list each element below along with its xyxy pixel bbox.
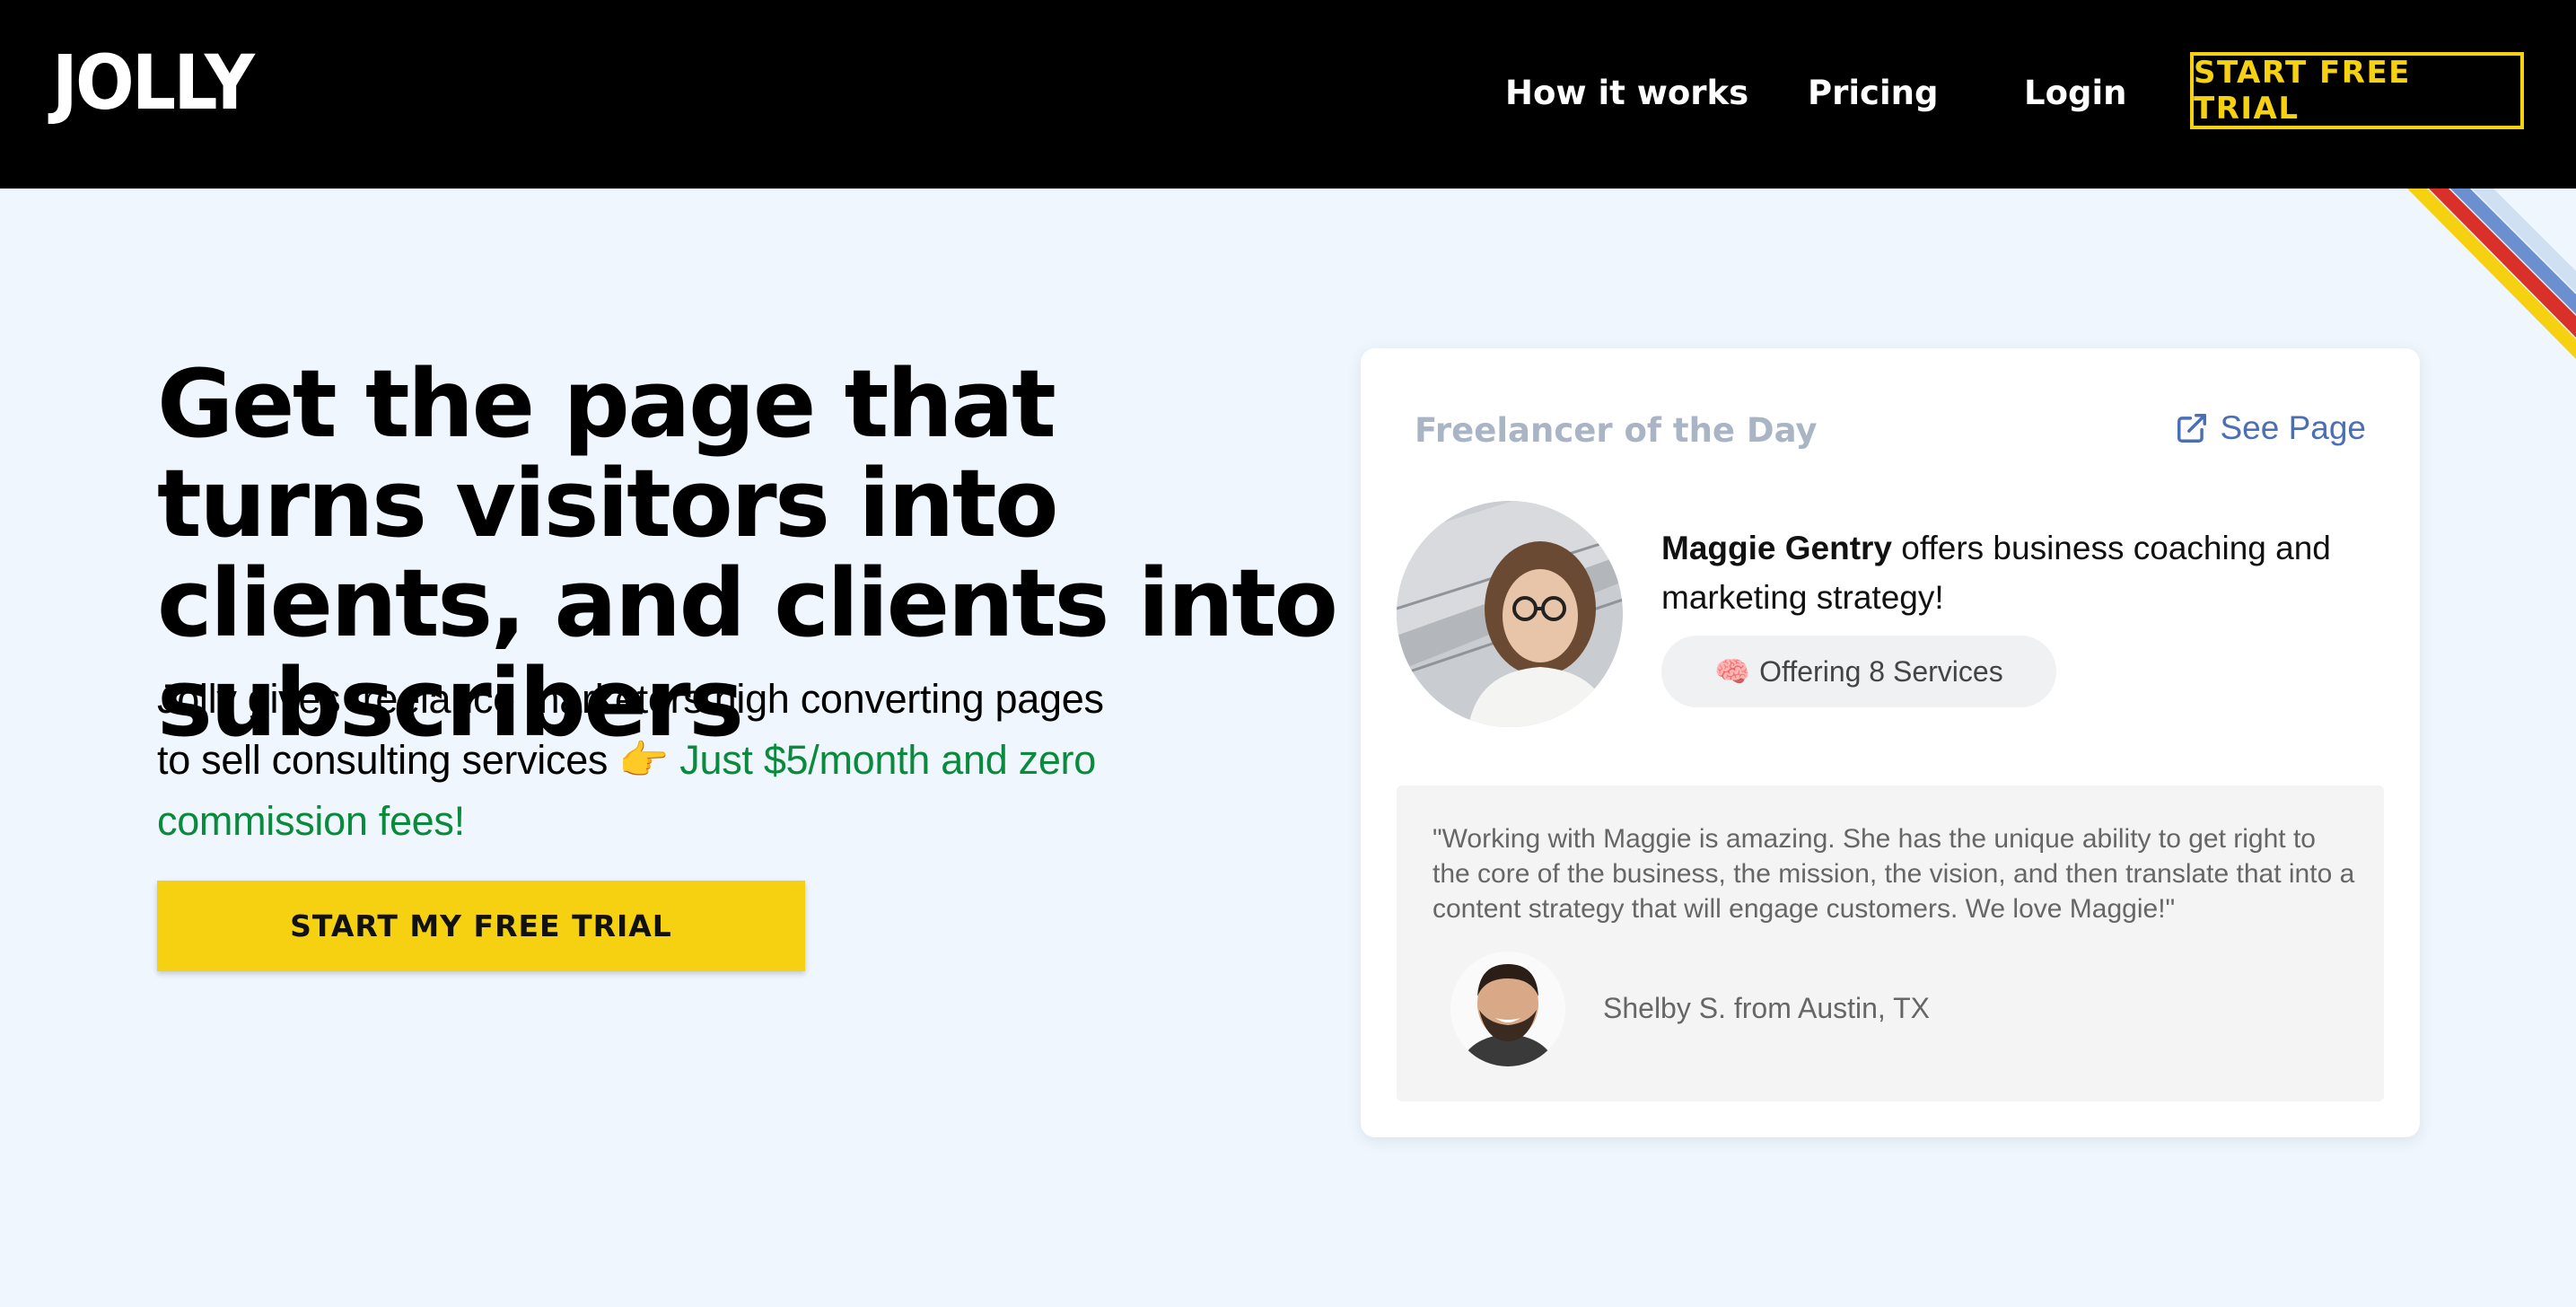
testimonial-author: Shelby S. from Austin, TX (1603, 992, 1931, 1024)
nav-login[interactable]: Login (2024, 74, 2127, 113)
top-navigation-bar: JOLLY How it works Pricing Login START F… (0, 0, 2576, 189)
hero-subtitle: Jolly gives freelance marketers high con… (157, 669, 1108, 852)
testimonial-quote: "Working with Maggie is amazing. She has… (1433, 824, 2355, 924)
nav-how-it-works[interactable]: How it works (1505, 74, 1748, 113)
start-free-trial-button[interactable]: START FREE TRIAL (2190, 52, 2524, 129)
freelancer-of-the-day-card: Freelancer of the Day See Page Maggie Ge… (1361, 348, 2420, 1137)
jolly-logo[interactable]: JOLLY (52, 45, 255, 120)
brain-emoji: 🧠 (1714, 655, 1751, 688)
external-link-icon (2177, 414, 2207, 443)
freelancer-name[interactable]: Maggie Gentry (1661, 530, 1892, 566)
freelancer-avatar[interactable] (1397, 501, 1623, 727)
card-label: Freelancer of the Day (1415, 411, 1818, 450)
see-page-link[interactable]: See Page (2175, 409, 2366, 447)
pointing-hand-emoji: 👉 (618, 737, 670, 783)
see-page-label: See Page (2220, 409, 2366, 446)
nav-pricing[interactable]: Pricing (1808, 74, 1939, 113)
testimonial-box: "Working with Maggie is amazing. She has… (1397, 785, 2384, 1101)
decorative-stripes (2407, 189, 2576, 359)
testimonial-author-avatar (1450, 952, 1565, 1066)
freelancer-intro: Maggie Gentry offers business coaching a… (1661, 523, 2361, 622)
start-my-free-trial-button[interactable]: START MY FREE TRIAL (157, 881, 805, 971)
services-count-badge[interactable]: 🧠 Offering 8 Services (1661, 636, 2056, 707)
services-count-text: Offering 8 Services (1759, 654, 2003, 688)
